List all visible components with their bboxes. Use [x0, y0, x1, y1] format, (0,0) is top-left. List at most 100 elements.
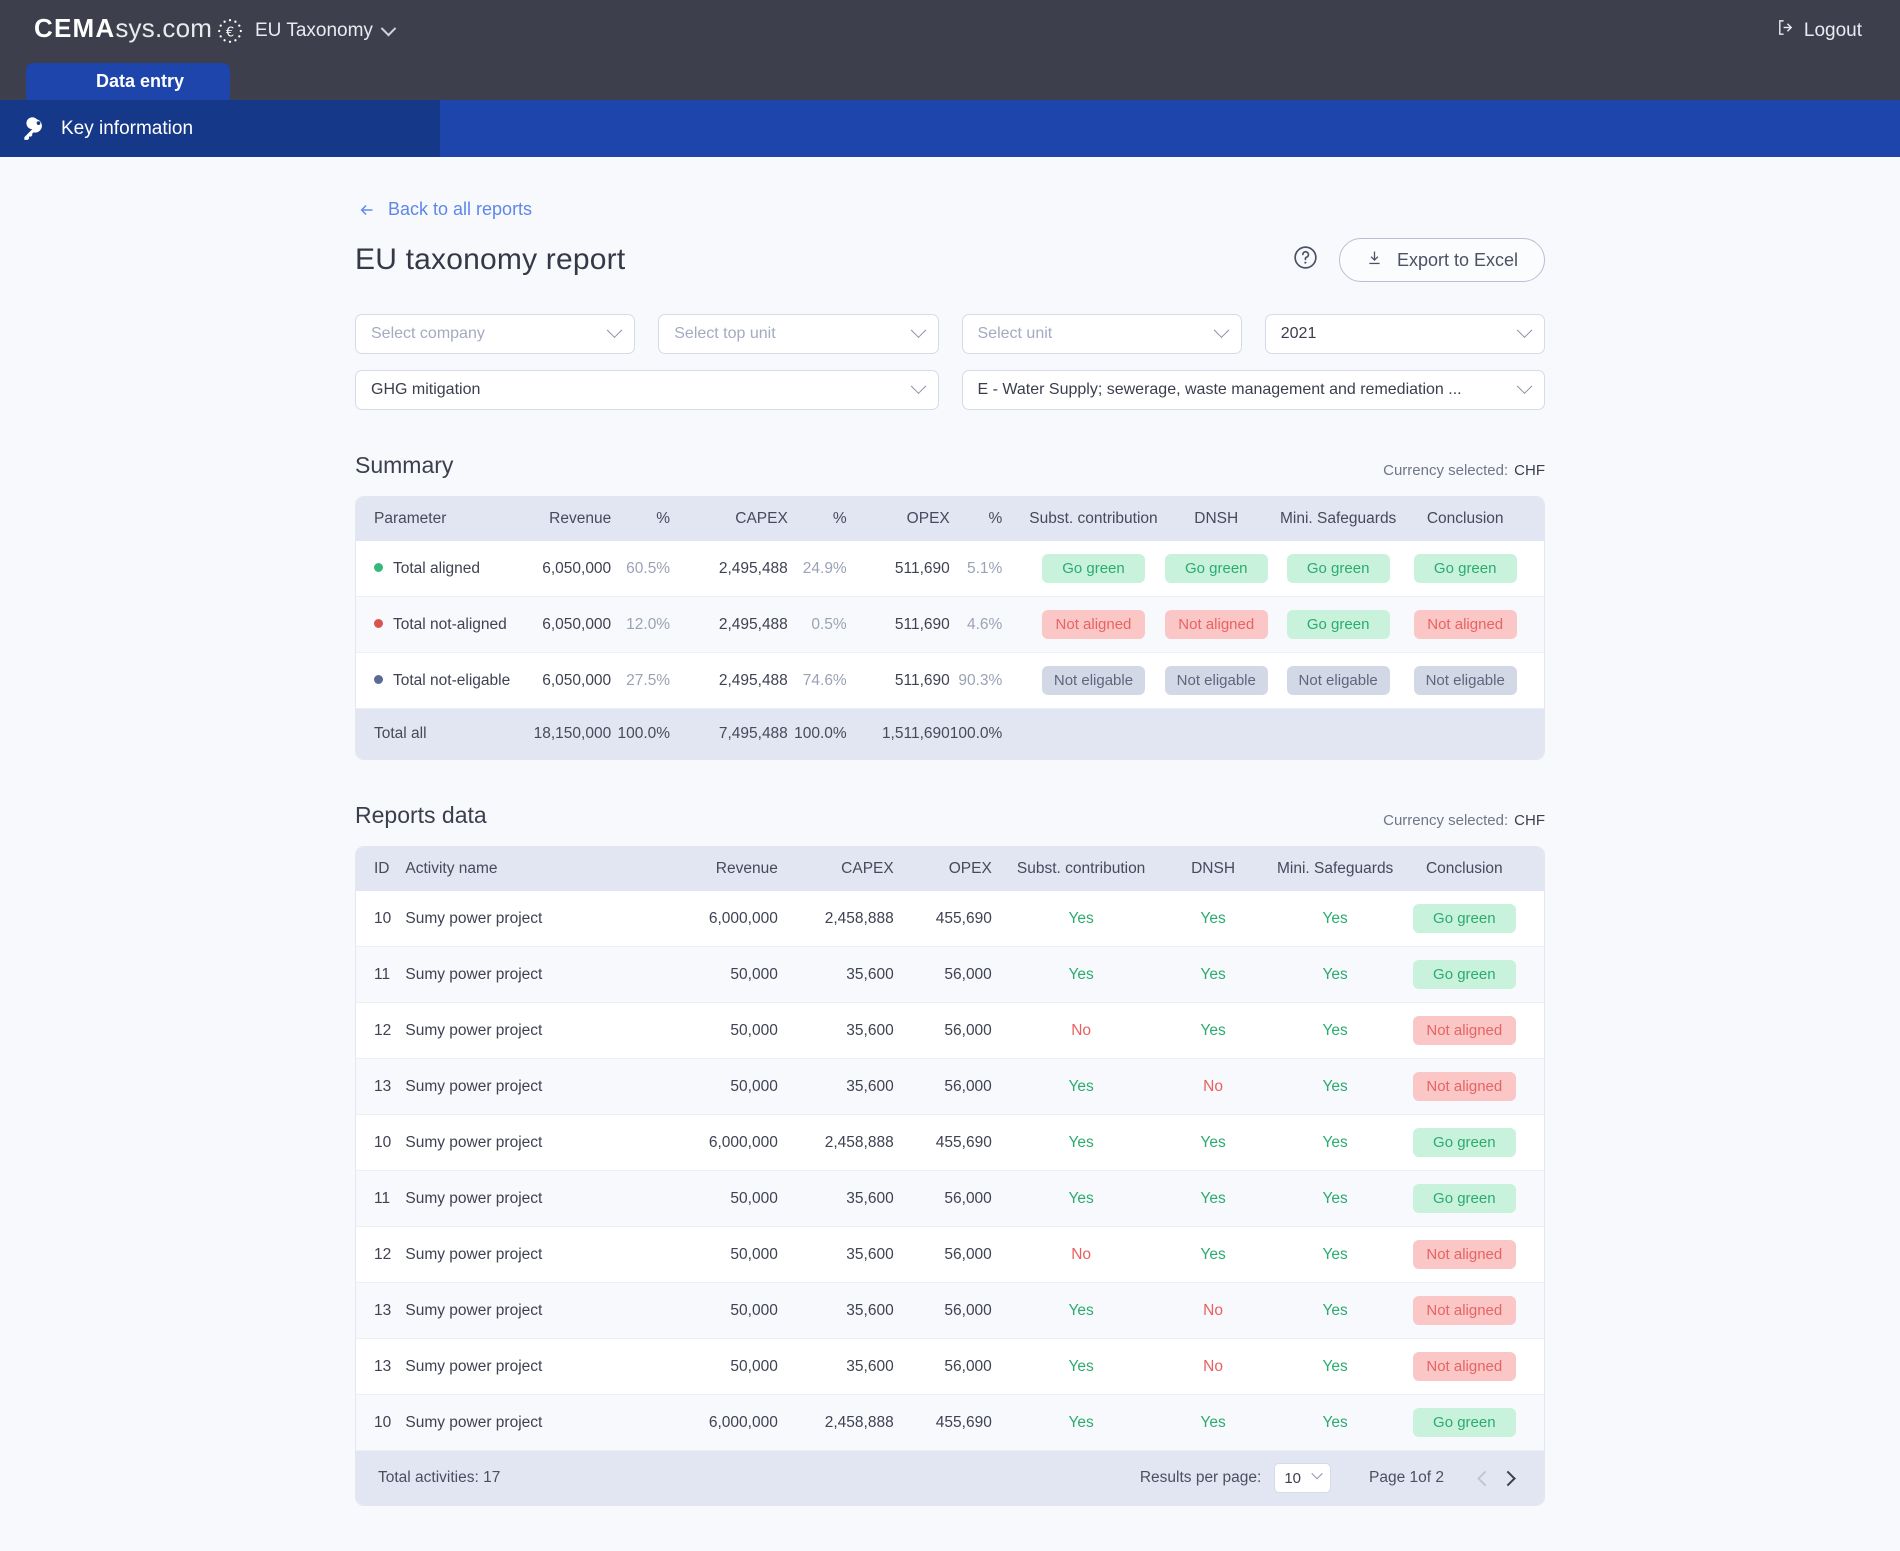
back-to-all-reports-link[interactable]: Back to all reports — [358, 199, 1545, 220]
cell-subst-contribution: Go green — [1024, 541, 1163, 597]
status-dot-icon — [374, 674, 383, 684]
table-row[interactable]: Total aligned 6,050,000 60.5% 2,495,488 24.9… — [356, 541, 1544, 597]
yes-no-value: Yes — [1200, 1133, 1226, 1151]
filter-row-1: Select company Select top unit Select un… — [355, 314, 1545, 354]
cell-conclusion: Go green — [1404, 1394, 1544, 1451]
col-subst-contribution: Subst. contribution — [1029, 510, 1158, 527]
table-row[interactable]: 10 Sumy power project 6,000,000 2,458,888 45… — [356, 1114, 1544, 1171]
table-row[interactable]: 11 Sumy power project 50,000 35,600 56,000 Ye… — [356, 1170, 1544, 1227]
reports-table-head: ID Activity name Revenue CAPEX OPEX Subs… — [356, 847, 1544, 891]
tab-data-entry[interactable]: Data entry — [26, 63, 231, 100]
cell-activity-name: Sumy power project — [405, 1282, 632, 1339]
logout-button[interactable]: Logout — [1776, 18, 1862, 43]
reports-table-footer: Total activities: 17 Results per page: 1… — [356, 1451, 1544, 1505]
status-badge: Go green — [1412, 1408, 1516, 1437]
cell-opex: 56,000 — [893, 1002, 1002, 1059]
cell-revenue: 50,000 — [631, 1170, 778, 1227]
cell-opex: 56,000 — [893, 1282, 1002, 1339]
help-button[interactable] — [1289, 243, 1323, 277]
export-label: Export to Excel — [1396, 249, 1518, 270]
cell-revenue-pct: 12.0% — [611, 596, 683, 653]
status-badge: Not aligned — [1412, 1016, 1516, 1045]
cell-total-label: Total all — [374, 725, 427, 742]
cell-conclusion: Not aligned — [1404, 1226, 1544, 1283]
table-row[interactable]: Total not-eligable 6,050,000 27.5% 2,495,48… — [356, 652, 1544, 709]
cell-capex: 2,495,488 — [682, 541, 788, 597]
select-top-unit[interactable]: Select top unit — [658, 314, 939, 354]
results-per-page-select[interactable]: 10 — [1274, 1463, 1332, 1493]
yes-no-value: Yes — [1322, 1357, 1348, 1375]
module-switcher[interactable]: € EU Taxonomy — [215, 16, 397, 46]
cell-mini-safeguards: Not eligable — [1269, 652, 1407, 709]
table-row[interactable]: 10 Sumy power project 6,000,000 2,458,888 45… — [356, 1394, 1544, 1451]
cell-dnsh: Yes — [1160, 1226, 1266, 1283]
status-badge: Not aligned — [1412, 1352, 1516, 1381]
col-dnsh: DNSH — [1191, 860, 1236, 877]
filter-row-2: GHG mitigation E - Water Supply; sewerag… — [355, 370, 1545, 410]
col-parameter: Parameter — [374, 510, 447, 527]
subnav-item-key-information[interactable]: Key information — [0, 100, 440, 157]
table-row[interactable]: Total not-aligned 6,050,000 12.0% 2,495,488… — [356, 596, 1544, 653]
cell-dnsh: Not eligable — [1162, 652, 1270, 709]
reports-currency: Currency selected: CHF — [1383, 812, 1545, 829]
table-row[interactable]: 13 Sumy power project 50,000 35,600 56,000 Ye… — [356, 1282, 1544, 1339]
status-badge: Not eligable — [1286, 666, 1390, 695]
cell-activity-name: Sumy power project — [405, 1170, 632, 1227]
yes-no-value: No — [1203, 1357, 1223, 1375]
status-badge: Go green — [1413, 554, 1517, 583]
cell-mini-safeguards: Yes — [1265, 1058, 1405, 1115]
cell-revenue: 50,000 — [631, 1226, 778, 1283]
cell-opex: 56,000 — [893, 946, 1002, 1003]
cell-mini-safeguards: Yes — [1265, 891, 1405, 947]
cell-revenue: 6,050,000 — [510, 596, 612, 653]
yes-no-value: Yes — [1200, 965, 1226, 983]
select-nace-sector[interactable]: E - Water Supply; sewerage, waste manage… — [961, 370, 1545, 410]
cell-empty — [1270, 709, 1407, 760]
cell-subst-contribution: Not aligned — [1024, 596, 1163, 653]
cell-revenue-pct: 27.5% — [611, 652, 683, 709]
col-revenue-pct: % — [656, 510, 671, 527]
cell-subst-contribution: Yes — [1001, 1394, 1161, 1451]
brand-light: sys.com — [115, 13, 213, 43]
select-year[interactable]: 2021 — [1264, 314, 1545, 354]
select-unit[interactable]: Select unit — [961, 314, 1242, 354]
cell-total-opex: 1,511,690 — [881, 725, 950, 742]
yes-no-value: Yes — [1322, 1413, 1348, 1431]
col-conclusion: Conclusion — [1426, 510, 1504, 527]
table-row[interactable]: 12 Sumy power project 50,000 35,600 56,000 No… — [356, 1226, 1544, 1283]
export-to-excel-button[interactable]: Export to Excel — [1338, 238, 1545, 282]
cell-revenue: 6,050,000 — [510, 652, 612, 709]
cell-id: 10 — [356, 1394, 406, 1451]
chevron-down-icon — [1516, 321, 1533, 338]
select-objective[interactable]: GHG mitigation — [355, 370, 939, 410]
cell-id: 13 — [356, 1338, 406, 1395]
cell-subst-contribution: Yes — [1001, 1338, 1161, 1395]
table-row[interactable]: 10 Sumy power project 6,000,000 2,458,888 45… — [356, 891, 1544, 947]
cell-parameter: Total not-eligable — [356, 652, 511, 709]
table-row[interactable]: 12 Sumy power project 50,000 35,600 56,000 No… — [356, 1002, 1544, 1059]
reports-header-row: ID Activity name Revenue CAPEX OPEX Subs… — [356, 847, 1544, 891]
col-capex: CAPEX — [841, 860, 894, 877]
cell-id: 13 — [356, 1282, 406, 1339]
cell-subst-contribution: Not eligable — [1024, 652, 1163, 709]
cell-opex-pct: 5.1% — [949, 541, 1025, 597]
yes-no-value: Yes — [1068, 909, 1094, 927]
table-row[interactable]: 13 Sumy power project 50,000 35,600 56,000 Ye… — [356, 1058, 1544, 1115]
reports-currency-value: CHF — [1514, 812, 1545, 829]
select-company[interactable]: Select company — [355, 314, 636, 354]
yes-no-value: Yes — [1200, 1189, 1226, 1207]
cell-parameter: Total not-aligned — [356, 596, 511, 653]
chevron-left-icon — [1476, 1470, 1493, 1486]
cell-activity-name: Sumy power project — [405, 1058, 632, 1115]
next-page-button[interactable] — [1496, 1465, 1522, 1491]
cell-id: 10 — [356, 1114, 406, 1171]
cell-dnsh: No — [1160, 1338, 1266, 1395]
yes-no-value: No — [1203, 1077, 1223, 1095]
cell-empty — [1024, 709, 1162, 760]
reports-title: Reports data — [355, 802, 487, 828]
status-badge: Not eligable — [1413, 666, 1517, 695]
table-row[interactable]: 13 Sumy power project 50,000 35,600 56,000 Ye… — [356, 1338, 1544, 1395]
previous-page-button[interactable] — [1470, 1465, 1496, 1491]
chevron-down-icon — [910, 377, 926, 394]
table-row[interactable]: 11 Sumy power project 50,000 35,600 56,000 Ye… — [356, 946, 1544, 1003]
